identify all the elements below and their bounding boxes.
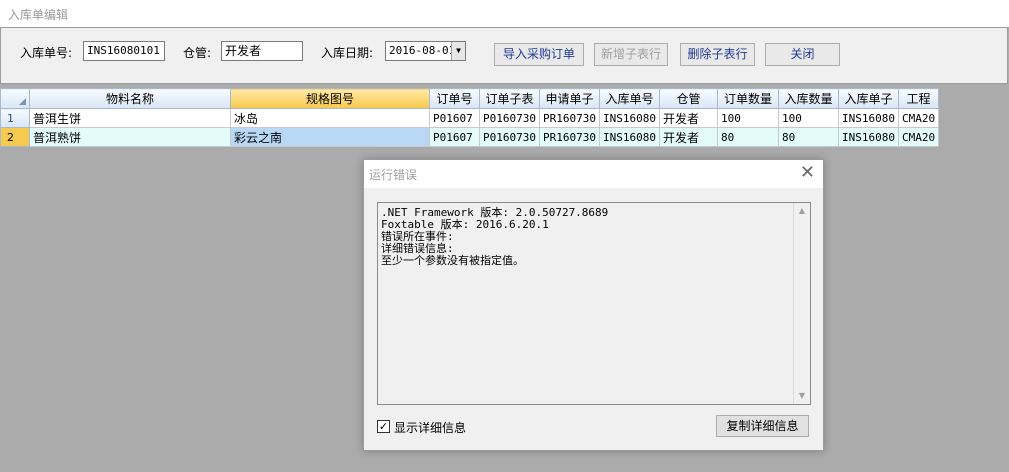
- delete-subrow-button[interactable]: 删除子表行: [680, 43, 755, 66]
- error-line: 至少一个参数没有被指定值。: [381, 254, 524, 267]
- header-panel: 入库单号: INS16080101 仓管: 开发者 入库日期: 2016-08-…: [0, 27, 1008, 84]
- column-header[interactable]: 订单数量: [717, 88, 779, 109]
- table-cell[interactable]: 80: [778, 127, 839, 147]
- chevron-down-icon[interactable]: ▼: [451, 42, 465, 60]
- vertical-scrollbar[interactable]: ▲ ▼: [793, 203, 810, 404]
- column-header[interactable]: 申请单子: [539, 88, 600, 109]
- column-header[interactable]: 入库单子: [838, 88, 899, 109]
- error-details-box[interactable]: .NET Framework 版本: 2.0.50727.8689 Foxtab…: [377, 202, 811, 405]
- table-cell[interactable]: INS16080: [599, 108, 660, 128]
- select-all-corner[interactable]: [0, 88, 30, 109]
- table-cell-selected[interactable]: 彩云之南: [230, 127, 430, 147]
- table-cell[interactable]: INS16080: [599, 127, 660, 147]
- add-subrow-button[interactable]: 新增子表行: [594, 43, 668, 66]
- date-value: 2016-08-01: [389, 44, 456, 57]
- column-header-active[interactable]: 规格图号: [230, 88, 430, 109]
- column-header[interactable]: 工程: [897, 88, 940, 109]
- table-cell[interactable]: 普洱生饼: [29, 108, 231, 128]
- column-header[interactable]: 入库单号: [599, 88, 660, 109]
- import-purchase-order-button[interactable]: 导入采购订单: [494, 43, 584, 66]
- close-button[interactable]: 关闭: [765, 43, 840, 66]
- table-cell[interactable]: PR160730: [539, 108, 600, 128]
- table-cell[interactable]: 冰岛: [230, 108, 430, 128]
- copy-details-button[interactable]: 复制详细信息: [716, 415, 809, 437]
- window-title: 入库单编辑: [8, 8, 69, 22]
- table-cell[interactable]: P0160730: [479, 127, 540, 147]
- grid-header-row: 物料名称 规格图号 订单号 订单子表 申请单子 入库单号 仓管 订单数量 入库数…: [0, 88, 940, 109]
- close-icon[interactable]: ✕: [800, 163, 815, 183]
- dialog-titlebar: 运行错误 ✕: [364, 160, 823, 188]
- table-row[interactable]: 2 普洱熟饼 彩云之南 P01607 P0160730 PR160730 INS…: [0, 127, 940, 147]
- show-details-label[interactable]: 显示详细信息: [394, 419, 466, 436]
- table-cell[interactable]: P0160730: [479, 108, 540, 128]
- column-header[interactable]: 仓管: [659, 88, 718, 109]
- row-number-current[interactable]: 2: [0, 127, 30, 147]
- table-cell[interactable]: CMA20: [897, 127, 940, 147]
- window-titlebar: 入库单编辑: [0, 0, 1009, 27]
- table-cell[interactable]: P01607: [429, 127, 480, 147]
- dialog-title: 运行错误: [369, 168, 418, 182]
- scroll-up-icon[interactable]: ▲: [794, 203, 810, 219]
- date-picker[interactable]: 2016-08-01 ▼: [385, 41, 466, 61]
- table-cell[interactable]: INS16080: [838, 108, 899, 128]
- detail-grid: 物料名称 规格图号 订单号 订单子表 申请单子 入库单号 仓管 订单数量 入库数…: [0, 88, 940, 147]
- column-header[interactable]: 物料名称: [29, 88, 231, 109]
- table-cell[interactable]: CMA20: [897, 108, 940, 128]
- table-cell[interactable]: 普洱熟饼: [29, 127, 231, 147]
- column-header[interactable]: 订单号: [429, 88, 480, 109]
- row-number[interactable]: 1: [0, 108, 30, 128]
- date-label: 入库日期:: [321, 46, 374, 60]
- scroll-down-icon[interactable]: ▼: [794, 388, 810, 404]
- table-cell[interactable]: 100: [717, 108, 779, 128]
- table-row[interactable]: 1 普洱生饼 冰岛 P01607 P0160730 PR160730 INS16…: [0, 108, 940, 128]
- column-header[interactable]: 订单子表: [479, 88, 540, 109]
- table-cell[interactable]: INS16080: [838, 127, 899, 147]
- table-cell[interactable]: PR160730: [539, 127, 600, 147]
- keeper-label: 仓管:: [183, 46, 212, 60]
- error-dialog: 运行错误 ✕ .NET Framework 版本: 2.0.50727.8689…: [363, 159, 824, 451]
- table-cell[interactable]: P01607: [429, 108, 480, 128]
- table-cell[interactable]: 开发者: [659, 108, 718, 128]
- order-no-field[interactable]: INS16080101: [83, 41, 165, 61]
- column-header[interactable]: 入库数量: [778, 88, 839, 109]
- show-details-checkbox[interactable]: ✓: [377, 420, 390, 433]
- table-cell[interactable]: 80: [717, 127, 779, 147]
- table-cell[interactable]: 开发者: [659, 127, 718, 147]
- table-cell[interactable]: 100: [778, 108, 839, 128]
- keeper-field[interactable]: 开发者: [221, 41, 303, 61]
- order-no-label: 入库单号:: [20, 46, 73, 60]
